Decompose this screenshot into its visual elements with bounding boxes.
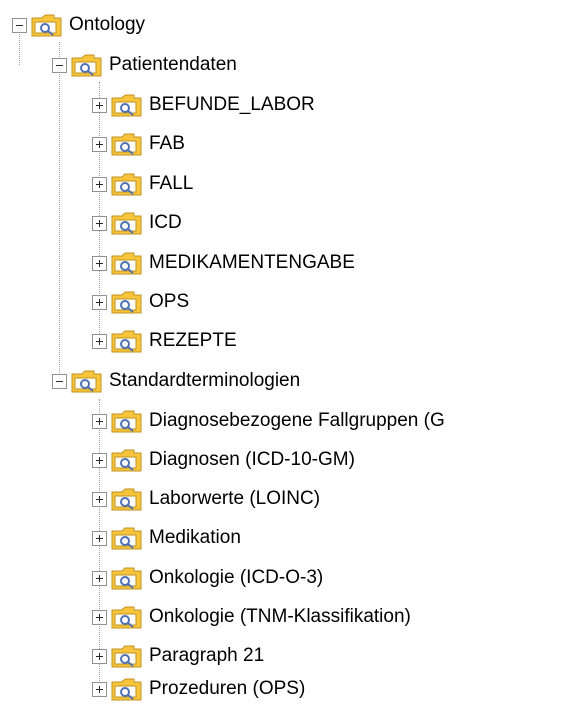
plus-icon[interactable]: [92, 413, 107, 429]
tree-node-medikamentengabe[interactable]: MEDIKAMENTENGABE: [92, 244, 355, 282]
minus-icon[interactable]: [52, 373, 67, 389]
tree-node-standardterminologien[interactable]: Standardterminologien: [52, 362, 300, 400]
tree-node-laborwerte[interactable]: Laborwerte (LOINC): [92, 480, 320, 518]
tree-node-diagnosen[interactable]: Diagnosen (ICD-10-GM): [92, 441, 355, 479]
tree-node-label: Onkologie (TNM-Klassifikation): [149, 606, 411, 627]
folder-icon: [111, 133, 142, 156]
tree-node-label: Ontology: [69, 14, 146, 35]
plus-icon[interactable]: [92, 648, 107, 664]
tree-node-icd[interactable]: ICD: [92, 204, 182, 242]
tree-node-label: FAB: [149, 133, 185, 154]
folder-icon: [111, 678, 142, 701]
tree-node-onkologie-icd-o-3[interactable]: Onkologie (ICD-O-3): [92, 559, 323, 597]
tree-node-rezepte[interactable]: REZEPTE: [92, 322, 237, 360]
tree-node-patientendaten[interactable]: Patientendaten: [52, 46, 237, 84]
folder-icon: [111, 606, 142, 629]
tree-node-diagnosebezogene-fallgruppen[interactable]: Diagnosebezogene Fallgruppen (G: [92, 402, 445, 440]
tree-node-prozeduren[interactable]: Prozeduren (OPS): [92, 670, 305, 708]
plus-icon[interactable]: [92, 215, 107, 231]
folder-icon: [111, 645, 142, 668]
plus-icon[interactable]: [92, 333, 107, 349]
tree-node-ontology[interactable]: Ontology: [12, 6, 145, 44]
plus-icon[interactable]: [92, 681, 107, 697]
tree-node-label: FALL: [149, 173, 194, 194]
plus-icon[interactable]: [92, 255, 107, 271]
folder-icon: [111, 567, 142, 590]
plus-icon[interactable]: [92, 530, 107, 546]
plus-icon[interactable]: [92, 294, 107, 310]
tree-node-label: Medikation: [149, 527, 241, 548]
tree-node-label: Onkologie (ICD-O-3): [149, 567, 324, 588]
folder-icon: [111, 449, 142, 472]
tree-node-label: Standardterminologien: [109, 370, 301, 391]
tree-node-label: ICD: [149, 212, 182, 233]
tree-node-label: Diagnosebezogene Fallgruppen (G: [149, 410, 445, 431]
plus-icon[interactable]: [92, 452, 107, 468]
folder-icon: [111, 291, 142, 314]
tree-node-label: REZEPTE: [149, 330, 237, 351]
tree-node-label: BEFUNDE_LABOR: [149, 94, 315, 115]
plus-icon[interactable]: [92, 570, 107, 586]
folder-icon: [111, 252, 142, 275]
tree-node-label: OPS: [149, 291, 190, 312]
ontology-tree: Ontology Patientendaten BEFUNDE_LABOR FA…: [0, 0, 580, 708]
minus-icon[interactable]: [12, 17, 27, 33]
plus-icon[interactable]: [92, 609, 107, 625]
folder-icon: [111, 94, 142, 117]
tree-node-label: Prozeduren (OPS): [149, 678, 306, 699]
folder-icon: [71, 370, 102, 393]
plus-icon[interactable]: [92, 136, 107, 152]
tree-node-label: Diagnosen (ICD-10-GM): [149, 449, 355, 470]
tree-node-medikation[interactable]: Medikation: [92, 519, 241, 557]
tree-node-fab[interactable]: FAB: [92, 125, 185, 163]
tree-node-onkologie-tnm[interactable]: Onkologie (TNM-Klassifikation): [92, 598, 411, 636]
tree-node-label: Patientendaten: [109, 54, 237, 75]
minus-icon[interactable]: [52, 57, 67, 73]
folder-icon: [111, 410, 142, 433]
tree-guide-root-level: [59, 42, 60, 381]
folder-icon: [111, 173, 142, 196]
plus-icon[interactable]: [92, 491, 107, 507]
tree-node-label: MEDIKAMENTENGABE: [149, 252, 355, 273]
plus-icon[interactable]: [92, 97, 107, 113]
folder-icon: [71, 54, 102, 77]
tree-node-ops[interactable]: OPS: [92, 283, 189, 321]
folder-icon: [111, 527, 142, 550]
folder-icon: [111, 212, 142, 235]
folder-icon: [111, 488, 142, 511]
plus-icon[interactable]: [92, 176, 107, 192]
folder-icon: [111, 330, 142, 353]
tree-node-fall[interactable]: FALL: [92, 165, 193, 203]
folder-icon: [31, 14, 62, 37]
tree-node-befunde-labor[interactable]: BEFUNDE_LABOR: [92, 86, 315, 124]
tree-node-label: Laborwerte (LOINC): [149, 488, 321, 509]
